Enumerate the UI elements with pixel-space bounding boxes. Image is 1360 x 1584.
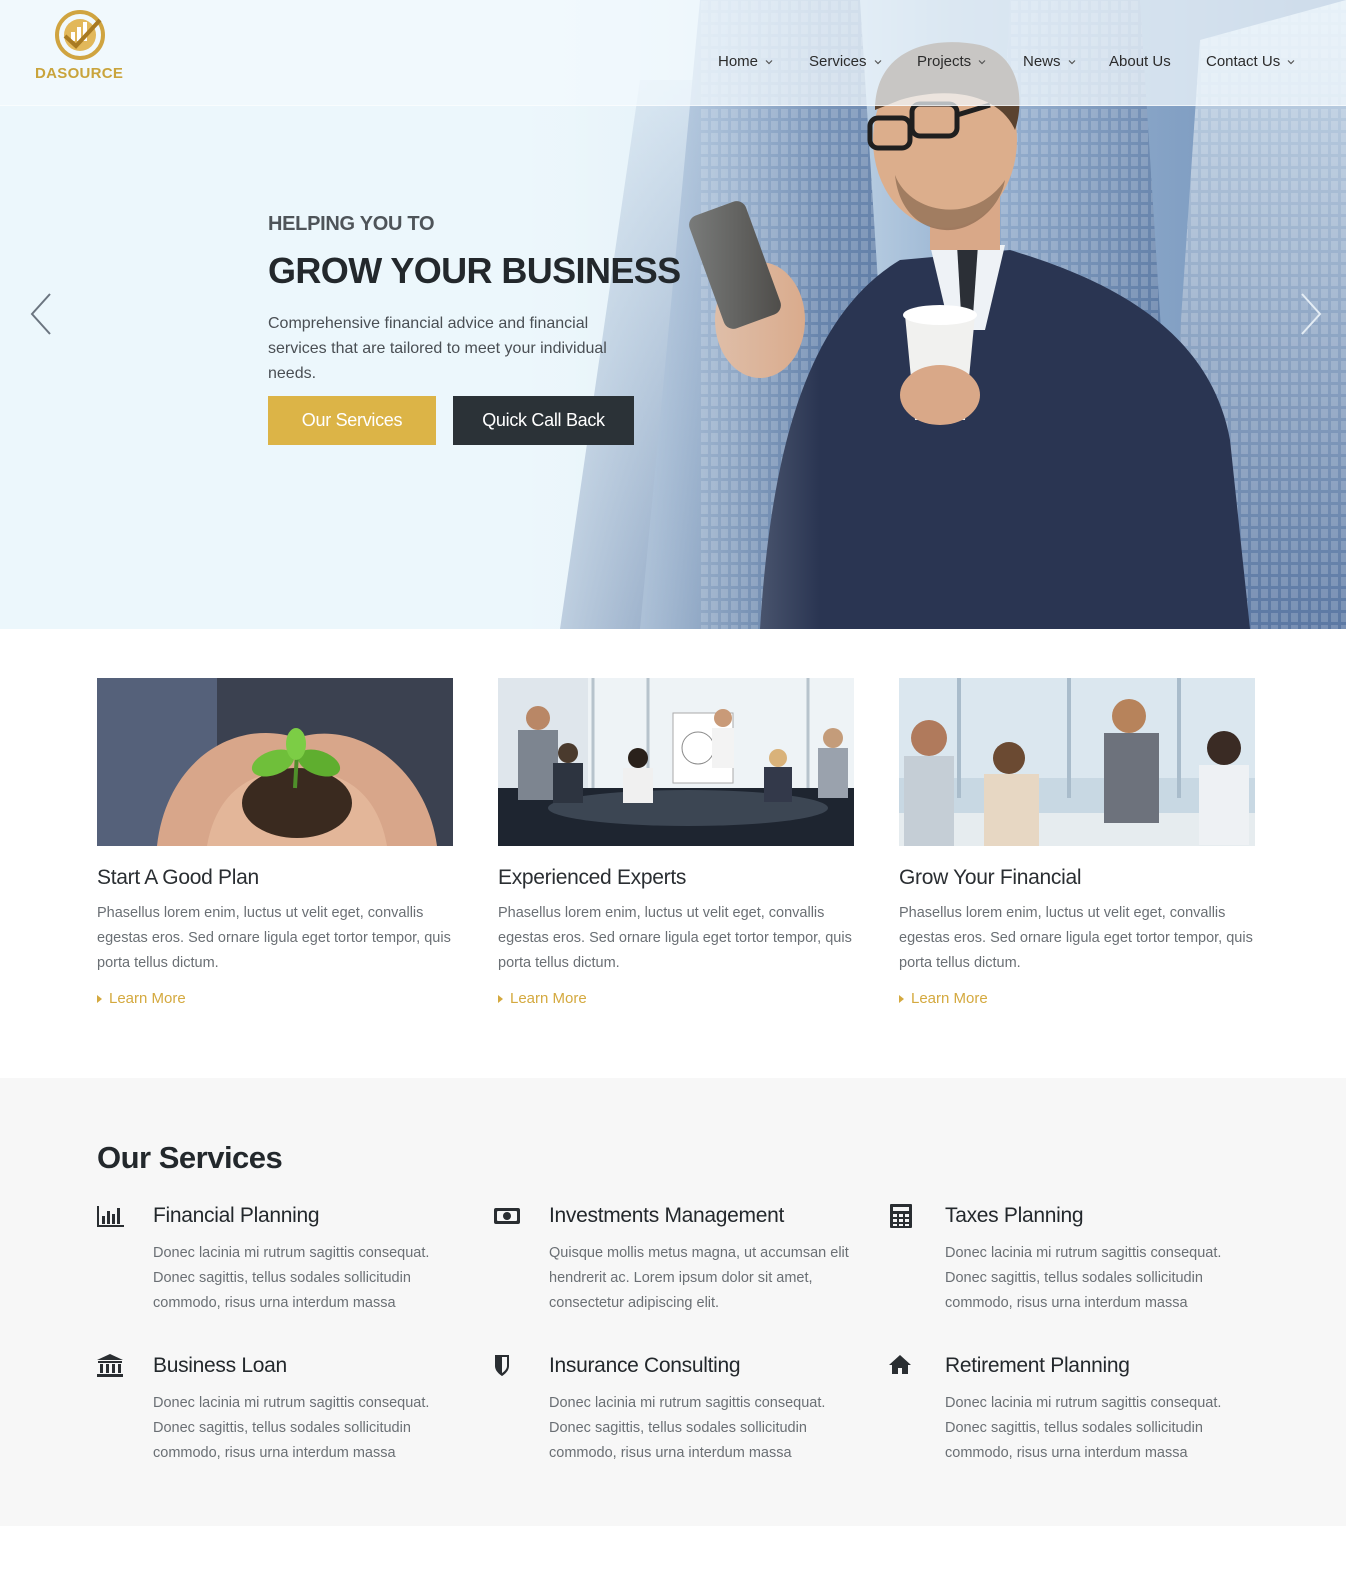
service-text: Donec lacinia mi rutrum sagittis consequ… [153,1395,430,1461]
feature-text: Phasellus lorem enim, luctus ut velit eg… [899,905,1253,971]
service-text: Donec lacinia mi rutrum sagittis consequ… [549,1395,826,1461]
slider-next-arrow-icon[interactable] [1298,292,1324,336]
nav-item-home[interactable]: Home [718,53,773,70]
service-title: Investments Management [549,1204,785,1227]
caret-right-icon [97,994,102,1003]
learn-more-link[interactable]: Learn More [498,990,854,1007]
chevron-down-icon [1068,59,1075,64]
feature-card: Start A Good Plan Phasellus lorem enim, … [97,678,453,1007]
caret-right-icon [498,994,503,1003]
service-text: Donec lacinia mi rutrum sagittis consequ… [153,1245,430,1311]
nav-item-contact-us[interactable]: Contact Us [1206,53,1295,70]
home-icon [889,1355,911,1374]
feature-text: Phasellus lorem enim, luctus ut velit eg… [498,905,852,971]
service-title: Taxes Planning [945,1204,1084,1227]
our-services-button[interactable]: Our Services [268,396,436,445]
bar-chart-icon [97,1206,124,1227]
site-header: DASOURCE Home Services Projects News Abo… [0,0,1346,106]
learn-more-link[interactable]: Learn More [899,990,1255,1007]
chevron-down-icon [765,59,773,64]
service-title: Retirement Planning [945,1354,1130,1377]
chevron-down-icon [1287,59,1295,64]
chevron-down-icon [978,59,986,64]
nav-item-news[interactable]: News [1023,53,1076,70]
slider-prev-arrow-icon[interactable] [28,292,54,336]
feature-image-plant[interactable] [97,678,453,846]
hero-title: GROW YOUR BUSINESS [268,250,681,291]
quick-call-back-button[interactable]: Quick Call Back [453,396,634,445]
feature-image-meeting[interactable] [498,678,854,846]
nav-item-services[interactable]: Services [809,53,882,70]
nav-label: Services [809,53,867,70]
nav-label: Home [718,53,759,70]
nav-label: About Us [1109,53,1171,70]
money-icon [494,1208,520,1224]
feature-image-team[interactable] [899,678,1255,846]
feature-text: Phasellus lorem enim, luctus ut velit eg… [97,905,451,971]
feature-title: Experienced Experts [498,866,687,889]
feature-title: Grow Your Financial [899,866,1082,889]
shield-icon [495,1355,509,1376]
service-text: Donec lacinia mi rutrum sagittis consequ… [945,1395,1222,1461]
nav-item-projects[interactable]: Projects [917,53,986,70]
feature-card: Experienced Experts Phasellus lorem enim… [498,678,854,1007]
service-title: Insurance Consulting [549,1354,741,1377]
learn-more-label: Learn More [109,990,186,1007]
nav-label: Contact Us [1206,53,1281,70]
nav-item-about-us[interactable]: About Us [1109,53,1171,70]
hero-description: Comprehensive financial advice and finan… [268,315,607,382]
caret-right-icon [899,994,904,1003]
hero-kicker: HELPING YOU TO [268,213,435,235]
nav-label: News [1023,53,1061,70]
learn-more-label: Learn More [510,990,587,1007]
brand-name[interactable]: DASOURCE [35,65,123,82]
nav-label: Projects [917,53,972,70]
learn-more-label: Learn More [911,990,988,1007]
learn-more-link[interactable]: Learn More [97,990,453,1007]
bank-icon [97,1354,123,1377]
feature-card: Grow Your Financial Phasellus lorem enim… [899,678,1255,1007]
service-title: Financial Planning [153,1204,320,1227]
calculator-icon [890,1204,912,1228]
feature-title: Start A Good Plan [97,866,259,889]
service-title: Business Loan [153,1354,287,1377]
services-heading: Our Services [97,1140,283,1175]
service-text: Quisque mollis metus magna, ut accumsan … [549,1245,849,1311]
services-section: Our Services Financial Planning Donec la… [0,1078,1346,1526]
chevron-down-icon [874,59,881,64]
service-text: Donec lacinia mi rutrum sagittis consequ… [945,1245,1222,1311]
